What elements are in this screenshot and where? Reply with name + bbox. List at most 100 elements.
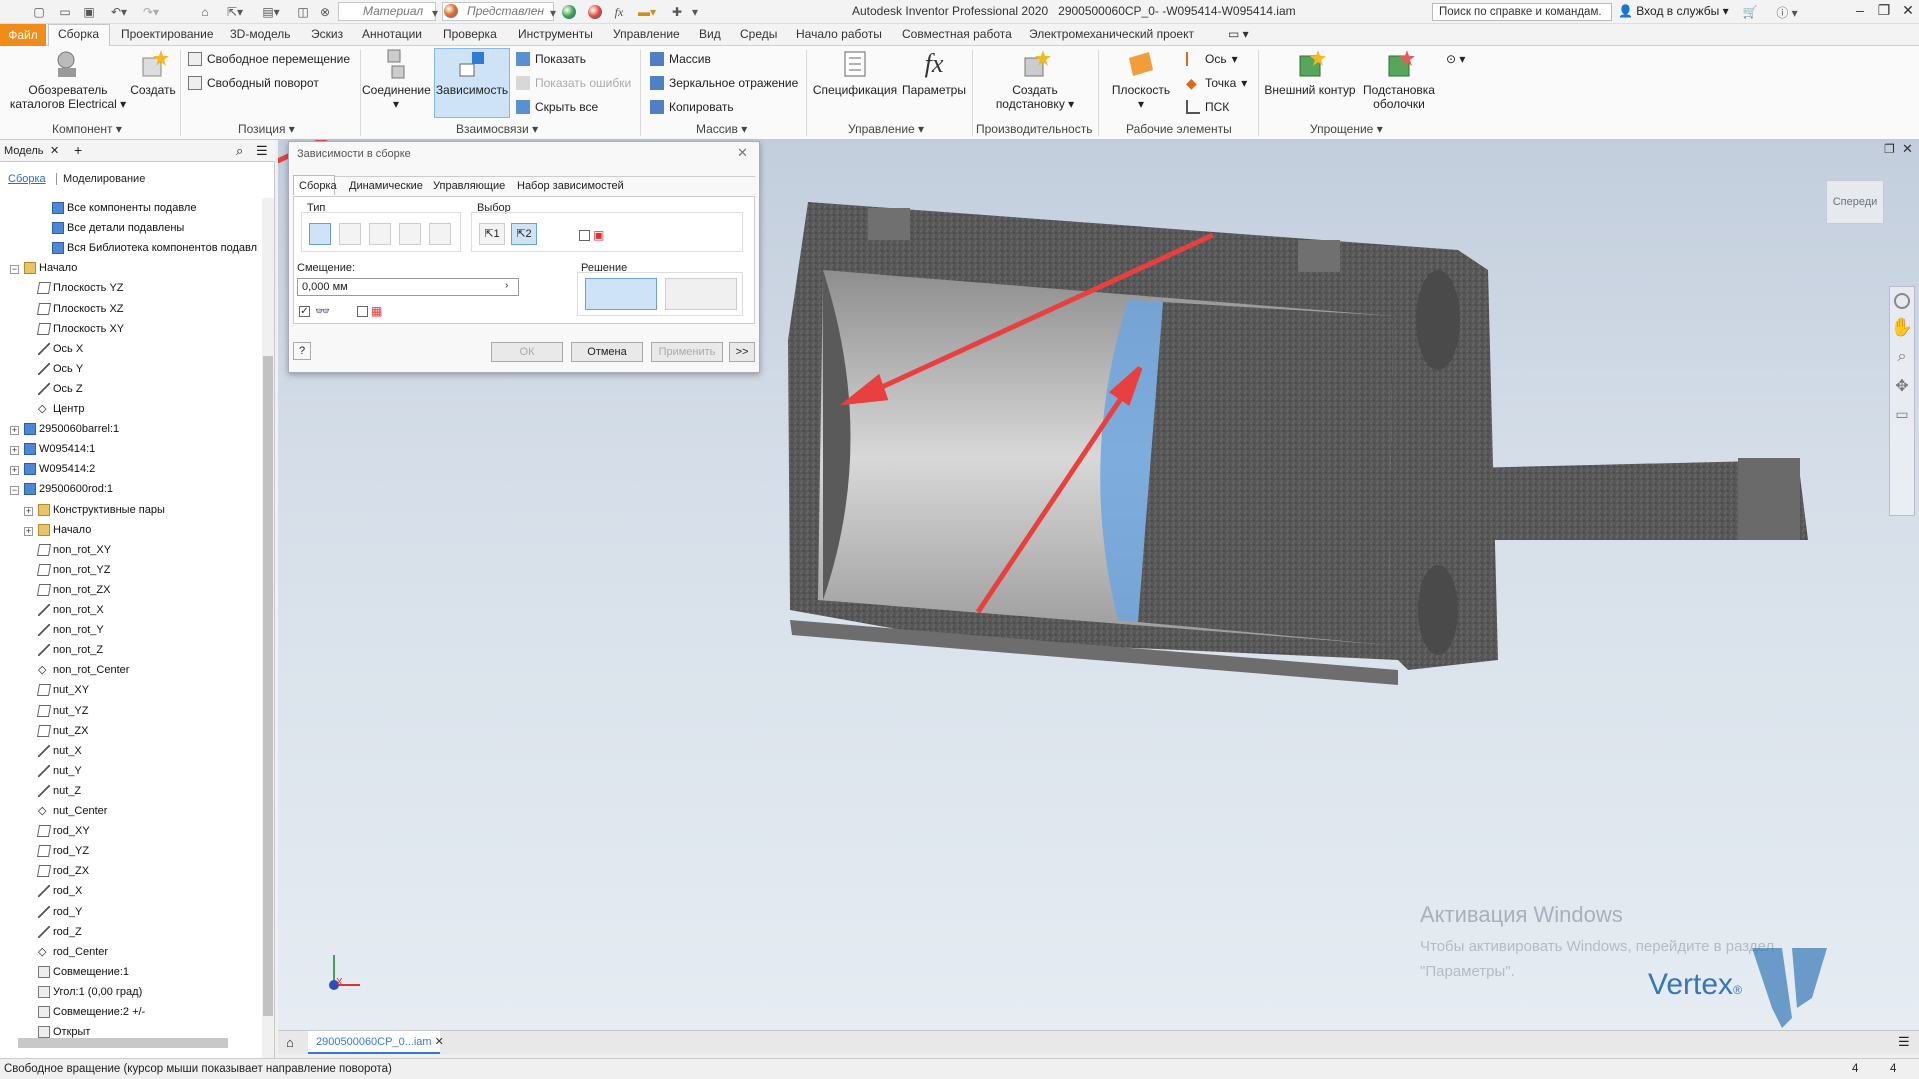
free-move-button[interactable]: Свободное перемещение <box>188 52 350 66</box>
cylinder-barrel[interactable] <box>788 202 1808 685</box>
save-icon[interactable]: ▣ <box>80 3 98 21</box>
predict-offset-checkbox[interactable] <box>357 306 368 317</box>
pan-icon[interactable]: ✋ <box>1890 317 1914 338</box>
signin-button[interactable]: 👤 Вход в службы ▾ <box>1618 4 1729 18</box>
tree-item[interactable]: nut_YZ <box>36 705 88 717</box>
preview-checkbox[interactable]: ✓ <box>299 306 310 317</box>
cart-icon[interactable]: 🛒 <box>1740 3 1760 21</box>
expand-toggle[interactable]: + <box>10 466 19 475</box>
close-view-icon[interactable]: ✕ <box>1902 141 1913 157</box>
offset-input[interactable]: 0,000 мм <box>297 278 519 296</box>
customize-icon[interactable]: ▾ <box>688 3 702 21</box>
tangent-type-button[interactable] <box>369 223 391 245</box>
close-button[interactable]: ✕ <box>1894 2 1919 22</box>
tab-sketch[interactable]: Эскиз <box>311 27 343 41</box>
plus-icon[interactable]: ✚ <box>668 3 686 21</box>
appearance-dropdown[interactable]: Представлен <box>442 2 554 21</box>
work-plane-button[interactable]: Плоскость ▾ <box>1104 48 1178 111</box>
tree-item[interactable]: nut_X <box>38 745 82 757</box>
zoom-icon[interactable]: ⌕ <box>1890 348 1914 366</box>
tab-assembly[interactable]: Сборка <box>299 180 337 192</box>
tree-item[interactable]: rod_X <box>38 885 82 897</box>
tree-item[interactable]: ◇ Центр <box>38 403 85 415</box>
create-substitute-button[interactable]: Создать подстановку ▾ <box>980 48 1090 111</box>
tabs-menu-icon[interactable]: ☰ <box>1898 1034 1910 1050</box>
viewcube[interactable]: Спереди <box>1826 180 1884 224</box>
browser-tab-model[interactable]: Модель <box>4 145 43 157</box>
group-component[interactable]: Компонент ▾ <box>52 122 122 136</box>
tree-item[interactable]: Угол:1 (0,00 град) <box>38 986 142 998</box>
flush-solution-button[interactable] <box>665 278 737 310</box>
tab-view[interactable]: Вид <box>699 27 721 41</box>
tree-item[interactable]: non_rot_XY <box>36 544 111 556</box>
update-icon[interactable]: ▤▾ <box>258 3 284 21</box>
tab-constraint-set[interactable]: Набор зависимостей <box>517 180 624 192</box>
tab-manage[interactable]: Управление <box>613 27 680 41</box>
search-icon[interactable]: ⌕ <box>236 143 243 159</box>
undo-icon[interactable]: ↶▾ <box>104 3 134 21</box>
panel-options-icon[interactable]: ⊙ ▾ <box>1446 52 1465 66</box>
tree-item[interactable]: Совмещение:2 +/- <box>38 1006 145 1018</box>
group-manage[interactable]: Управление ▾ <box>848 122 924 136</box>
tree-item[interactable]: Конструктивные пары <box>38 504 165 516</box>
tree-item[interactable]: Ось Y <box>38 363 83 375</box>
tree-item[interactable]: W095414:2 <box>24 463 95 475</box>
close-icon[interactable]: ✕ <box>435 1036 444 1048</box>
ucs-button[interactable]: ПСК <box>1186 100 1229 114</box>
tree-item[interactable]: Плоскость XY <box>36 323 124 335</box>
tree-item[interactable]: Совмещение:1 <box>38 966 129 978</box>
chevron-right-icon[interactable]: › <box>505 280 508 291</box>
copy-button[interactable]: Копировать <box>650 100 734 114</box>
pattern-button[interactable]: Массив <box>650 52 711 66</box>
work-axis-button[interactable]: Ось ▾ <box>1186 52 1238 66</box>
help-icon[interactable]: ⓘ ▾ <box>1772 3 1802 21</box>
tab-environments[interactable]: Среды <box>740 27 777 41</box>
open-icon[interactable]: ▭ <box>56 3 74 21</box>
tree-item[interactable]: Начало <box>38 524 91 536</box>
tree-item[interactable]: rod_Y <box>38 906 82 918</box>
home-icon[interactable]: ⌂ <box>196 3 214 21</box>
expand-toggle[interactable]: − <box>10 265 19 274</box>
free-rotate-button[interactable]: Свободный поворот <box>188 76 319 90</box>
tree-item[interactable]: non_rot_ZX <box>36 584 110 596</box>
view-assembly[interactable]: Сборка <box>8 173 46 185</box>
group-simplification[interactable]: Упрощение ▾ <box>1310 122 1383 136</box>
create-button[interactable]: Создать <box>130 48 176 97</box>
browser-scroll-thumb[interactable] <box>263 356 273 1016</box>
restore-view-icon[interactable]: ❐ <box>1884 142 1895 156</box>
hide-all-button[interactable]: Скрыть все <box>516 100 598 114</box>
bom-button[interactable]: Спецификация <box>810 48 900 97</box>
symmetry-type-button[interactable] <box>429 223 451 245</box>
group-relationships[interactable]: Взаимосвязи ▾ <box>456 122 538 136</box>
help-search-input[interactable]: Поиск по справке и командам. <box>1432 3 1612 21</box>
tab-options-icon[interactable]: ▭ ▾ <box>1228 27 1249 41</box>
tree-item[interactable]: non_rot_X <box>38 604 104 616</box>
tree-item[interactable]: non_rot_YZ <box>36 564 110 576</box>
tree-item[interactable]: ◇ rod_Center <box>38 946 108 958</box>
show-errors-button[interactable]: Показать ошибки <box>516 76 631 90</box>
group-position[interactable]: Позиция ▾ <box>238 122 295 136</box>
tree-item[interactable]: nut_Y <box>38 765 82 777</box>
apply-button[interactable]: Применить <box>651 342 723 362</box>
tree-item[interactable]: rod_XY <box>36 825 90 837</box>
adjust-icon[interactable] <box>562 5 576 19</box>
expand-toggle[interactable]: + <box>10 426 19 435</box>
help-button[interactable]: ? <box>293 342 311 360</box>
parameters-button[interactable]: fx Параметры <box>898 48 970 97</box>
tab-collaborate[interactable]: Совместная работа <box>902 27 1012 41</box>
close-icon[interactable]: ✕ <box>737 145 748 161</box>
shrinkwrap-button[interactable]: Внешний контур <box>1262 48 1358 97</box>
orbit-icon[interactable]: ✥ <box>1890 376 1914 396</box>
tree-item[interactable]: non_rot_Y <box>38 624 104 636</box>
tree-item[interactable]: rod_YZ <box>36 845 89 857</box>
tree-item[interactable]: 2950060barrel:1 <box>24 423 119 435</box>
shrinkwrap-substitute-button[interactable]: Подстановка оболочки <box>1358 48 1440 111</box>
tab-design[interactable]: Проектирование <box>121 27 214 41</box>
document-tab[interactable]: 2900500060CP_0...iam ✕ <box>308 1031 444 1054</box>
chevron-down-icon[interactable]: ▾ <box>430 4 440 22</box>
tree-item[interactable]: Плоскость XZ <box>36 303 124 315</box>
tree-item[interactable]: nut_XY <box>36 684 89 696</box>
tab-file[interactable]: Файл <box>0 24 46 46</box>
ok-button[interactable]: ОК <box>491 342 563 362</box>
tree-item[interactable]: ◇ non_rot_Center <box>38 664 129 676</box>
